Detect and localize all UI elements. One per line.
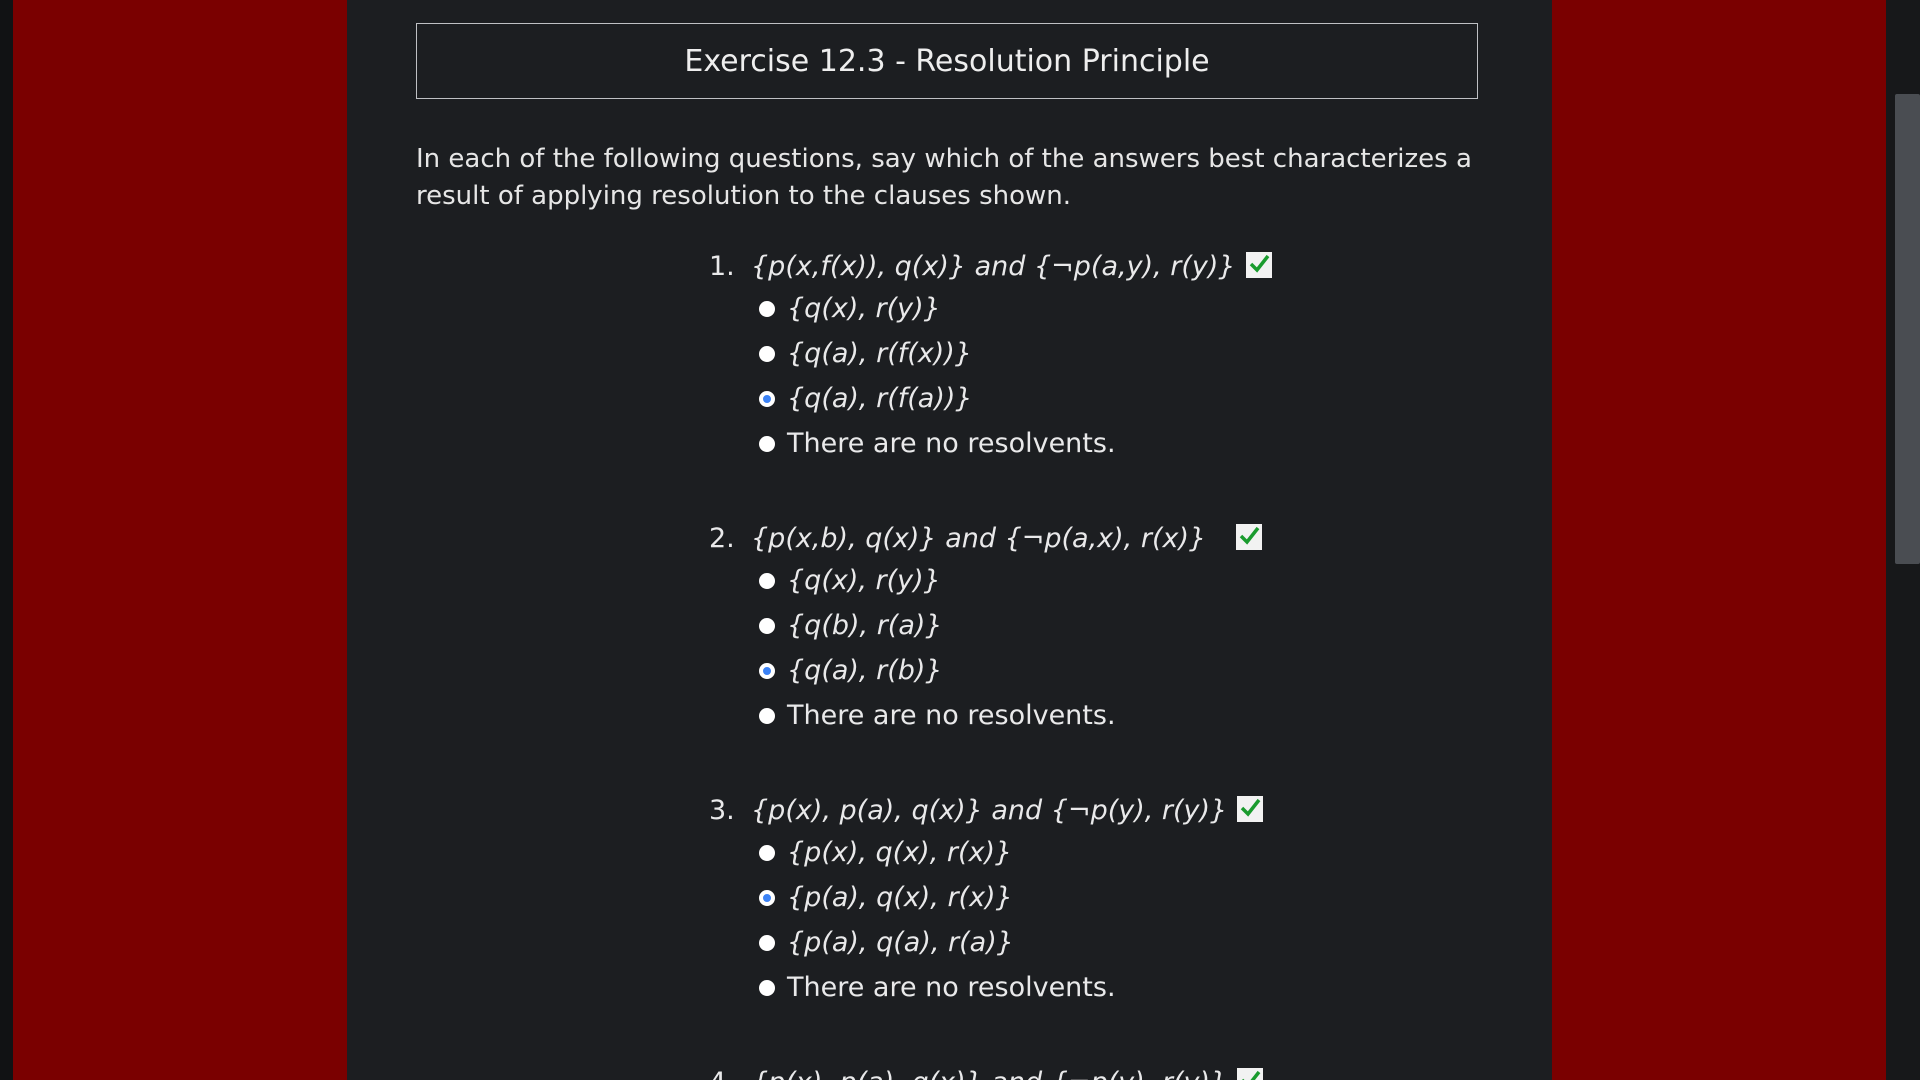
question-2: 2. {p(x,b), q(x)} and {¬p(a,x), r(x)} {q… bbox=[709, 518, 1469, 738]
radio-button-selected[interactable] bbox=[759, 889, 775, 906]
radio-button[interactable] bbox=[759, 979, 775, 996]
option-label: There are no resolvents. bbox=[787, 972, 1116, 1003]
question-4: 4. {p(x), p(a), q(x)} and {¬p(y), r(y)} bbox=[709, 1062, 1469, 1080]
question-header: 2. {p(x,b), q(x)} and {¬p(a,x), r(x)} bbox=[709, 518, 1469, 558]
question-number: 3. bbox=[709, 794, 735, 826]
radio-button[interactable] bbox=[759, 435, 775, 452]
answer-option[interactable]: {q(a), r(b)} bbox=[709, 648, 1469, 693]
option-label: {q(a), r(f(a))} bbox=[787, 383, 973, 414]
right-margin bbox=[1552, 0, 1886, 1080]
question-header: 3. {p(x), p(a), q(x)} and {¬p(y), r(y)} bbox=[709, 790, 1469, 830]
answer-option[interactable]: {p(a), q(x), r(x)} bbox=[709, 875, 1469, 920]
option-label: There are no resolvents. bbox=[787, 428, 1116, 459]
question-header: 4. {p(x), p(a), q(x)} and {¬p(y), r(y)} bbox=[709, 1062, 1469, 1080]
question-clauses: {p(x,f(x)), q(x)} and {¬p(a,y), r(y)} bbox=[751, 250, 1236, 282]
correct-checkmark-icon bbox=[1236, 524, 1263, 550]
option-label: {q(a), r(f(x))} bbox=[787, 338, 972, 369]
window-edge bbox=[0, 0, 13, 1080]
answer-option[interactable]: {q(x), r(y)} bbox=[709, 286, 1469, 331]
radio-button[interactable] bbox=[759, 617, 775, 634]
radio-button[interactable] bbox=[759, 844, 775, 861]
answer-option[interactable]: There are no resolvents. bbox=[709, 693, 1469, 738]
answer-option[interactable]: {q(a), r(f(a))} bbox=[709, 376, 1469, 421]
option-label: {q(a), r(b)} bbox=[787, 655, 943, 686]
answer-option[interactable]: There are no resolvents. bbox=[709, 421, 1469, 466]
question-number: 1. bbox=[709, 250, 735, 282]
exercise-content: Exercise 12.3 - Resolution Principle In … bbox=[347, 0, 1552, 1080]
answer-option[interactable]: {q(x), r(y)} bbox=[709, 558, 1469, 603]
option-label: {q(x), r(y)} bbox=[787, 293, 941, 324]
radio-button[interactable] bbox=[759, 300, 775, 317]
option-label: {q(x), r(y)} bbox=[787, 565, 941, 596]
question-number: 2. bbox=[709, 522, 735, 554]
option-label: {q(b), r(a)} bbox=[787, 610, 943, 641]
question-3: 3. {p(x), p(a), q(x)} and {¬p(y), r(y)} … bbox=[709, 790, 1469, 1010]
answer-option[interactable]: {p(a), q(a), r(a)} bbox=[709, 920, 1469, 965]
exercise-instructions: In each of the following questions, say … bbox=[416, 144, 1472, 211]
correct-checkmark-icon bbox=[1237, 1068, 1264, 1080]
exercise-title: Exercise 12.3 - Resolution Principle bbox=[416, 23, 1478, 99]
question-header: 1. {p(x,f(x)), q(x)} and {¬p(a,y), r(y)} bbox=[709, 246, 1469, 286]
answer-option[interactable]: There are no resolvents. bbox=[709, 965, 1469, 1010]
question-clauses: {p(x), p(a), q(x)} and {¬p(y), r(y)} bbox=[751, 1067, 1227, 1080]
option-label: There are no resolvents. bbox=[787, 700, 1116, 731]
correct-checkmark-icon bbox=[1245, 252, 1272, 278]
answer-option[interactable]: {q(b), r(a)} bbox=[709, 603, 1469, 648]
radio-button[interactable] bbox=[759, 934, 775, 951]
option-label: {p(a), q(a), r(a)} bbox=[787, 927, 1014, 958]
question-number: 4. bbox=[709, 1067, 751, 1080]
question-clauses: {p(x,b), q(x)} and {¬p(a,x), r(x)} bbox=[751, 522, 1207, 554]
option-label: {p(x), q(x), r(x)} bbox=[787, 837, 1013, 868]
option-label: {p(a), q(x), r(x)} bbox=[787, 882, 1013, 913]
radio-button[interactable] bbox=[759, 345, 775, 362]
question-1: 1. {p(x,f(x)), q(x)} and {¬p(a,y), r(y)}… bbox=[709, 246, 1469, 466]
scrollbar-thumb[interactable] bbox=[1895, 94, 1920, 564]
question-clauses: {p(x), p(a), q(x)} and {¬p(y), r(y)} bbox=[751, 794, 1228, 826]
radio-button-selected[interactable] bbox=[759, 390, 775, 407]
radio-button[interactable] bbox=[759, 572, 775, 589]
answer-option[interactable]: {p(x), q(x), r(x)} bbox=[709, 830, 1469, 875]
left-margin bbox=[13, 0, 347, 1080]
radio-button-selected[interactable] bbox=[759, 662, 775, 679]
correct-checkmark-icon bbox=[1237, 796, 1264, 822]
answer-option[interactable]: {q(a), r(f(x))} bbox=[709, 331, 1469, 376]
radio-button[interactable] bbox=[759, 707, 775, 724]
